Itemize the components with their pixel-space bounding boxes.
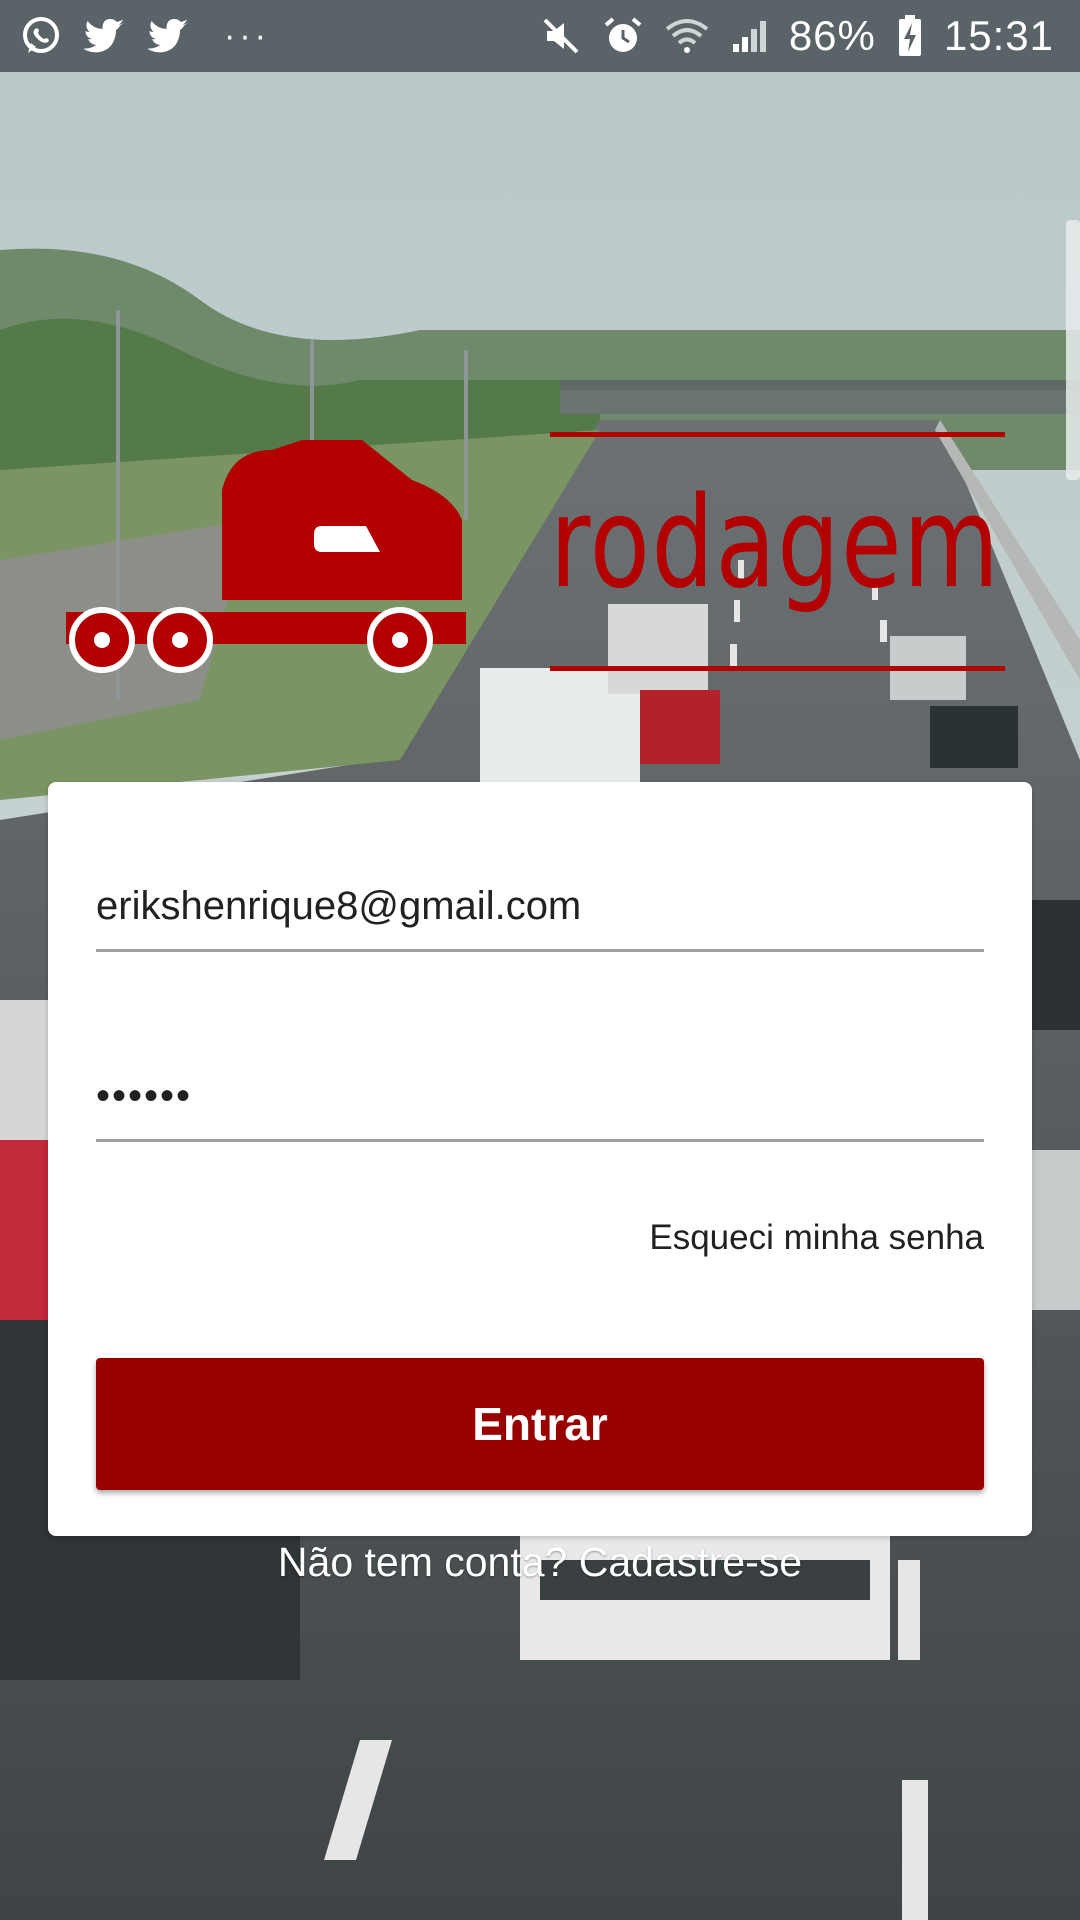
- alarm-icon: [603, 16, 643, 56]
- logo-line-bottom: [550, 666, 1005, 671]
- logo-wordmark: rodagem: [550, 420, 1020, 671]
- logo-line-top: [550, 432, 1005, 437]
- twitter-icon: [84, 17, 126, 55]
- mute-icon: [541, 16, 581, 56]
- truck-icon: [60, 430, 470, 685]
- login-button[interactable]: Entrar: [96, 1358, 984, 1490]
- twitter-icon: [148, 17, 190, 55]
- login-card: Esqueci minha senha Entrar: [48, 782, 1032, 1536]
- signup-link[interactable]: Cadastre-se: [579, 1539, 802, 1585]
- status-bar-left: ···: [20, 15, 270, 57]
- app-logo: rodagem: [60, 420, 1020, 680]
- status-bar-right: 86% 15:31: [541, 12, 1054, 60]
- battery-charging-icon: [898, 15, 922, 57]
- signal-icon: [731, 18, 767, 54]
- forgot-password-link[interactable]: Esqueci minha senha: [649, 1218, 984, 1258]
- more-dots-icon: ···: [224, 16, 270, 55]
- whatsapp-icon: [20, 15, 62, 57]
- battery-percent: 86%: [788, 12, 876, 59]
- signup-prompt-text: Não tem conta?: [277, 1539, 579, 1585]
- password-field[interactable]: [96, 1032, 984, 1142]
- signup-prompt: Não tem conta? Cadastre-se: [0, 1536, 1080, 1588]
- logo-text: rodagem: [550, 469, 1001, 616]
- password-input[interactable]: [96, 1074, 984, 1119]
- wifi-icon: [665, 17, 709, 55]
- email-input[interactable]: [96, 884, 984, 929]
- email-field[interactable]: [96, 842, 984, 952]
- clock-time: 15:31: [943, 12, 1054, 59]
- status-bar: ··· 86% 15:31: [0, 0, 1080, 72]
